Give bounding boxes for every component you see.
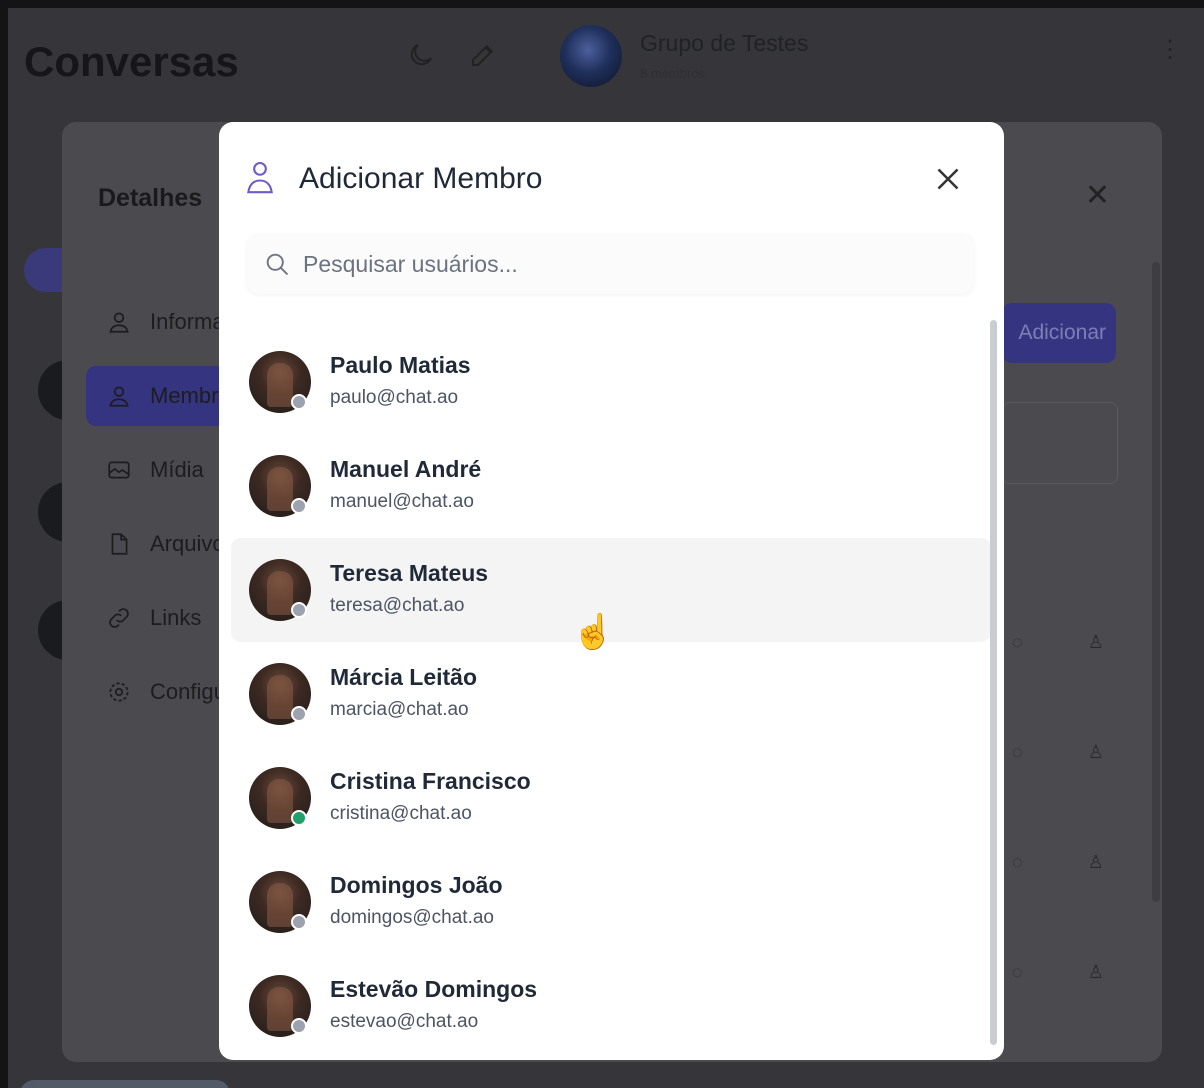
details-nav-label: Configurações [150,679,226,704]
status-indicator [291,810,307,826]
user-row[interactable]: Paulo Matias paulo@chat.ao [231,330,991,434]
details-scrollbar[interactable] [1152,262,1160,902]
group-avatar[interactable] [560,25,622,87]
modal-title: Adicionar Membro [299,162,543,195]
user-email: paulo@chat.ao [330,387,459,408]
avatar-figure [267,987,293,1031]
user-email: estevao@chat.ao [330,1011,479,1032]
compose-icon[interactable] [468,40,498,70]
details-nav-links[interactable]: Links [86,588,226,648]
details-nav: Informações Membros Mídia Arquivos Links… [86,292,226,736]
add-member-modal: Adicionar Membro Paulo Matias paulo@chat… [219,122,1004,1060]
member-actions-icon[interactable]: ◌ ♙ [1012,742,1134,763]
avatar-figure [267,571,293,615]
details-nav-media[interactable]: Mídia [86,440,226,500]
chat-subtitle: 8 membros [640,66,706,81]
avatar-figure [267,883,293,927]
search-icon [266,253,289,276]
settings-icon [109,682,129,702]
user-name: Teresa Mateus [330,560,489,586]
user-row[interactable]: Domingos João domingos@chat.ao [231,850,991,954]
status-indicator [291,602,307,618]
details-search-box[interactable] [1002,402,1118,484]
member-actions-icon[interactable]: ◌ ♙ [1012,852,1134,873]
user-email: marcia@chat.ao [330,699,469,720]
details-close-icon[interactable]: ✕ [1085,178,1110,213]
user-icon [247,161,273,194]
user-row[interactable]: Estevão Domingos estevao@chat.ao [231,954,991,1058]
avatar-figure [267,675,293,719]
chat-name: Grupo de Testes [640,30,809,56]
app-title: Conversas [24,38,239,85]
user-row[interactable]: Márcia Leitão marcia@chat.ao [231,642,991,746]
image-icon [108,461,130,479]
user-email: domingos@chat.ao [330,907,494,928]
details-nav-label: Membros [150,383,226,408]
details-title: Detalhes [98,184,203,212]
more-options-icon[interactable]: ⋮ [1158,38,1182,62]
details-nav-members[interactable]: Membros [86,366,226,426]
avatar-figure [267,467,293,511]
file-icon [111,533,128,555]
modal-scrollbar[interactable] [990,320,997,1045]
avatar-figure [267,363,293,407]
details-nav-label: Informações [150,309,226,334]
user-icon [109,386,129,407]
status-indicator [291,498,307,514]
user-row[interactable]: Cristina Francisco cristina@chat.ao [231,746,991,850]
link-icon [109,608,129,628]
user-icon [109,312,129,333]
pointer-cursor-icon: ☝ [572,613,615,651]
member-actions-icon[interactable]: ◌ ♙ [1012,632,1134,653]
user-name: Estevão Domingos [330,976,538,1002]
status-indicator [291,394,307,410]
status-indicator [291,914,307,930]
user-name: Cristina Francisco [330,768,531,794]
user-name: Paulo Matias [330,352,471,378]
details-nav-label: Mídia [150,457,204,482]
avatar-figure [267,779,293,823]
user-list: Paulo Matias paulo@chat.ao Manuel André … [231,330,991,1060]
details-nav-label: Links [150,605,202,630]
add-member-button[interactable]: Adicionar [1002,303,1116,363]
close-icon[interactable] [929,160,967,198]
bottom-bar [20,1080,230,1088]
user-name: Márcia Leitão [330,664,477,690]
moon-icon[interactable] [406,40,436,70]
details-nav-settings[interactable]: Configurações [86,662,226,722]
details-nav-files[interactable]: Arquivos [86,514,226,574]
details-nav-label: Arquivos [150,531,226,556]
user-email: teresa@chat.ao [330,595,465,616]
search-box [247,234,974,294]
user-row[interactable]: Manuel André manuel@chat.ao [231,434,991,538]
status-indicator [291,706,307,722]
search-input[interactable] [301,249,945,279]
user-email: manuel@chat.ao [330,491,474,512]
member-actions-icon[interactable]: ◌ ♙ [1012,962,1134,983]
user-name: Domingos João [330,872,503,898]
details-nav-info[interactable]: Informações [86,292,226,352]
user-email: cristina@chat.ao [330,803,472,824]
user-name: Manuel André [330,456,482,482]
status-indicator [291,1018,307,1034]
